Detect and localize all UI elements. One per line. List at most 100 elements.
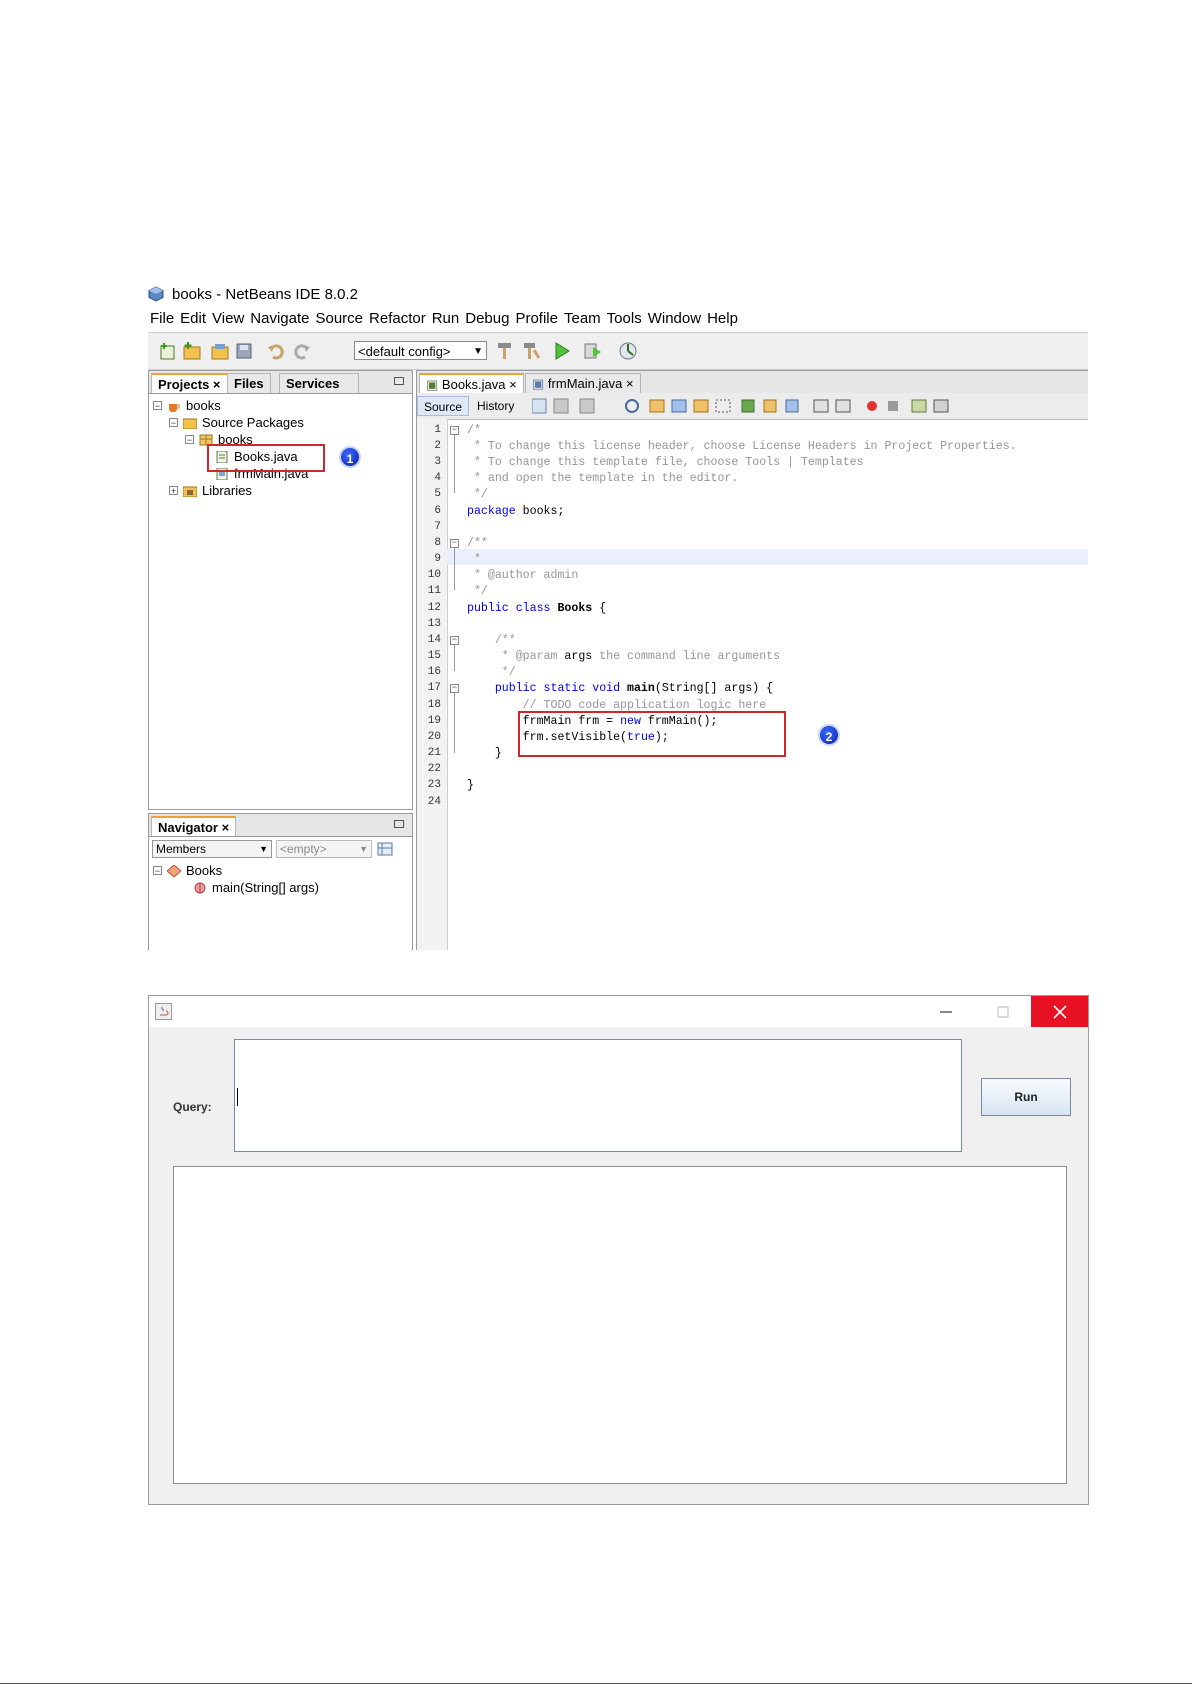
build-hammer-icon[interactable] [495,341,515,361]
page-footer-rule [0,1683,1192,1684]
code-line: */ [467,585,488,598]
window-title: books - NetBeans IDE 8.0.2 [172,285,358,303]
netbeans-icon [148,286,164,302]
fold-toggle-icon[interactable]: − [450,426,459,435]
menu-debug[interactable]: Debug [465,310,509,327]
libraries-folder-icon [183,486,197,497]
chevron-down-icon: ▼ [259,844,268,854]
fold-toggle-icon[interactable]: − [450,636,459,645]
menu-file[interactable]: File [150,310,174,327]
history-mode-button[interactable]: History [471,396,520,416]
navigator-tabbar: Navigator × [149,814,412,837]
nav-item-class[interactable]: − Books [153,862,222,879]
debug-icon[interactable] [583,341,603,361]
tab-projects[interactable]: Projects × [151,373,228,393]
java-form-icon: ▣ [532,376,545,391]
code-line: */ [467,488,488,501]
minimize-button[interactable] [917,996,974,1027]
run-button[interactable]: Run [981,1078,1071,1116]
editor-panel: ▣ Books.java × ▣ frmMain.java × Source H… [416,370,1088,950]
menu-navigate[interactable]: Navigate [250,310,309,327]
tab-files[interactable]: Files [227,373,271,393]
config-select[interactable]: <default config> ▼ [354,341,487,360]
expand-icon[interactable]: + [169,486,178,496]
menu-source[interactable]: Source [315,310,363,327]
run-icon[interactable] [552,341,572,361]
nav-item-class-label: Books [186,863,223,878]
profile-icon[interactable] [618,341,638,361]
netbeans-screenshot: books - NetBeans IDE 8.0.2 File Edit Vie… [148,280,1088,950]
class-icon [167,864,181,877]
members-select[interactable]: Members ▼ [152,840,272,858]
tab-files-label: Files [234,376,264,391]
open-project-icon[interactable] [210,341,230,361]
new-file-icon[interactable] [158,341,178,361]
source-mode-button[interactable]: Source [417,396,470,416]
collapse-icon[interactable]: − [169,418,178,428]
fold-guide [454,645,455,671]
tab-services[interactable]: Services [279,373,359,393]
menu-tools[interactable]: Tools [607,310,642,327]
class-name: Books [550,602,593,615]
menu-bar: File Edit View Navigate Source Refactor … [150,310,744,327]
tree-item-project-label: books [186,398,221,413]
query-label: Query: [173,1100,212,1114]
callout-badge-1: 1 [339,446,361,468]
tree-item-project[interactable]: − books [153,397,221,414]
comment: * @param [467,650,565,663]
menu-team[interactable]: Team [564,310,601,327]
callout-badge-2: 2 [818,724,840,746]
tab-navigator[interactable]: Navigator × [151,816,237,836]
save-all-icon[interactable] [234,341,254,361]
fold-toggle-icon[interactable]: − [450,684,459,693]
code-line: } [467,779,474,792]
redo-icon[interactable] [292,341,312,361]
code-line: } [467,747,502,760]
navigator-settings-icon[interactable] [377,841,393,857]
code-text: books; [515,505,565,518]
code-editor[interactable]: 123 456 789 10 11 12 13 14 15 16 17 18 19 20 21 … [417,419,1088,950]
close-button[interactable] [1031,996,1088,1027]
tab-books-java[interactable]: ▣ Books.java × [419,373,524,393]
close-icon [1052,1004,1067,1019]
tab-frmmain-java[interactable]: ▣ frmMain.java × [525,373,641,393]
filter-select[interactable]: <empty> ▼ [276,840,372,858]
code-line: * @author admin [467,569,579,582]
undo-icon[interactable] [266,341,286,361]
menu-edit[interactable]: Edit [180,310,206,327]
new-project-icon[interactable] [182,341,202,361]
menu-profile[interactable]: Profile [515,310,558,327]
code-line: */ [467,666,516,679]
members-select-value: Members [156,842,207,856]
minimize-panel-icon[interactable] [394,377,404,385]
nav-item-method[interactable]: main(String[] args) [193,879,319,896]
menu-window[interactable]: Window [648,310,701,327]
tree-item-libraries[interactable]: + Libraries [169,482,252,499]
method-icon [194,882,206,893]
code-line: public class Books { [467,602,606,615]
tree-item-source-packages[interactable]: − Source Packages [169,414,304,431]
nav-item-method-label: main(String[] args) [212,880,319,895]
code-text: { [592,602,607,615]
tab-services-label: Services [286,376,340,391]
code-line: * To change this license header, choose … [467,440,1017,453]
menu-help[interactable]: Help [707,310,738,327]
collapse-icon[interactable]: − [185,435,194,445]
maximize-button[interactable] [974,996,1031,1027]
highlight-box-books-java [207,444,325,472]
menu-run[interactable]: Run [432,310,460,327]
query-textarea[interactable] [234,1039,962,1152]
results-area[interactable] [173,1166,1067,1484]
menu-refactor[interactable]: Refactor [369,310,426,327]
fold-toggle-icon[interactable]: − [450,539,459,548]
menu-view[interactable]: View [212,310,244,327]
collapse-icon[interactable]: − [153,401,162,411]
collapse-icon[interactable]: − [153,866,162,876]
editor-tools-icons[interactable] [532,396,952,416]
minimize-panel-icon[interactable] [394,820,404,828]
fold-guide [454,435,455,493]
clean-build-icon[interactable] [521,341,541,361]
code-line: * To change this template file, choose T… [467,456,864,469]
java-file-icon: ▣ [426,377,439,392]
highlight-box-code [518,711,786,757]
